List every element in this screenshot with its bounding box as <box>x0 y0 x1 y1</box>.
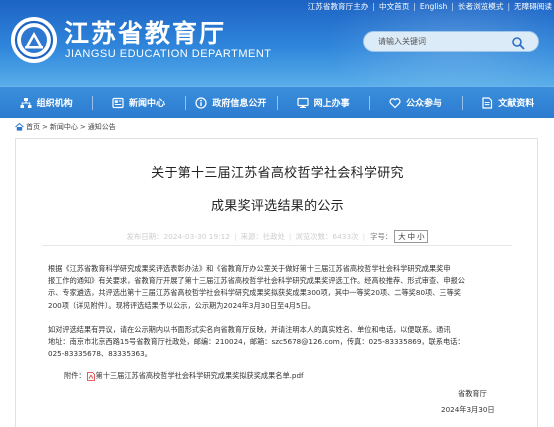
paragraph-line: 示、专家遴选，共评选出第十三届江苏省高校哲学社会科学研究成果奖拟获奖成果300项… <box>48 288 461 298</box>
nav-item-label: 新闻中心 <box>128 99 165 109</box>
attachment-label: 附件： <box>64 371 86 380</box>
breadcrumb-home[interactable]: 首页 <box>26 122 40 132</box>
site-title[interactable]: 江苏省教育厅 <box>64 14 226 50</box>
publish-date: 发布日期：2024-03-30 19:12 <box>126 232 231 241</box>
top-link-separator: | <box>507 2 511 11</box>
meta-separator: | <box>234 232 237 241</box>
top-link-separator: | <box>413 2 416 11</box>
paragraph-line: 025-83335678、83335363。 <box>48 349 152 359</box>
top-link-separator: | <box>451 2 454 11</box>
news-icon <box>112 97 124 109</box>
search-icon[interactable] <box>511 35 525 50</box>
article-panel: 关于第十三届江苏省高校哲学社会科学研究 成果奖评选结果的公示 发布日期：2024… <box>15 138 538 427</box>
nav-item-label: 网上办事 <box>313 99 350 109</box>
font-size-small[interactable]: 小 <box>417 231 424 242</box>
nav-item-news[interactable]: 新闻中心 <box>92 87 184 119</box>
breadcrumb-separator: > <box>79 123 86 131</box>
pdf-icon <box>86 371 95 381</box>
meta-divider <box>42 245 512 246</box>
top-links-bar: 江苏省教育厅主办 | 中文首页 | English | 长者浏览模式 | 无障碍… <box>308 1 552 12</box>
nav-item-label: 组织机构 <box>36 99 73 109</box>
view-count: 浏览次数：6433次 <box>295 232 359 241</box>
breadcrumb-news-center[interactable]: 新闻中心 <box>50 122 78 132</box>
search-box <box>363 31 539 52</box>
top-link-english[interactable]: English <box>420 2 447 11</box>
font-size-large[interactable]: 大 <box>398 231 405 242</box>
breadcrumb-separator: > <box>42 123 48 131</box>
article-title-line1: 关于第十三届江苏省高校哲学社会科学研究 <box>151 166 404 181</box>
nav-item-label: 政府信息公开 <box>212 99 267 109</box>
org-chart-icon <box>20 97 32 109</box>
article-source: 来源：社政处 <box>240 232 285 241</box>
nav-item-public-participation[interactable]: 公众参与 <box>369 87 461 119</box>
attachment-link[interactable]: 第十三届江苏省高校哲学社会科学研究成果奖拟获奖成果名单.pdf <box>96 371 304 381</box>
font-size-selector: 大 中 小 <box>394 230 429 243</box>
nav-item-documents[interactable]: 文献资料 <box>461 87 554 119</box>
signature-date: 2024年3月30日 <box>441 405 495 414</box>
online-service-icon <box>297 97 309 109</box>
heart-icon <box>389 97 401 109</box>
font-size-label: 字号： <box>370 232 393 241</box>
paragraph-line: 地址：南京市北京西路15号省教育厅社政处，邮编：210024，邮箱：szc567… <box>48 337 465 347</box>
paragraph-line: 根据《江苏省教育科学研究成果奖评选表彰办法》和《省教育厅办公室关于做好第十三届江… <box>48 264 451 273</box>
article-title-line2: 成果奖评选结果的公示 <box>210 199 344 214</box>
meta-separator: | <box>288 232 292 241</box>
nav-item-label: 文献资料 <box>498 99 535 109</box>
article-meta: 发布日期：2024-03-30 19:12 | 来源：社政处 | 浏览次数：64… <box>16 230 539 243</box>
article-paragraph-2: 如对评选结果有异议，请在公示期内以书面形式实名向省教育厅反映，并请注明本人的真实… <box>48 324 465 361</box>
breadcrumb: 首页 > 新闻中心 > 通知公告 <box>15 122 116 132</box>
home-icon <box>15 123 24 131</box>
info-disclosure-icon <box>195 96 207 109</box>
site-header: 江苏省教育厅主办 | 中文首页 | English | 长者浏览模式 | 无障碍… <box>0 0 554 86</box>
top-link-host[interactable]: 江苏省教育厅主办 <box>308 1 369 12</box>
nav-item-organization[interactable]: 组织机构 <box>0 87 92 119</box>
paragraph-line: 报工作的通知》有关要求，省教育厅开展了第十三届江苏省高校哲学社会科学研究成果奖评… <box>48 276 465 286</box>
top-link-separator: | <box>372 2 375 11</box>
meta-separator: | <box>362 232 366 241</box>
article-paragraph-1: 根据《江苏省教育科学研究成果奖评选表彰办法》和《省教育厅办公室关于做好第十三届江… <box>48 263 465 312</box>
breadcrumb-notices[interactable]: 通知公告 <box>88 122 116 132</box>
nav-item-online-service[interactable]: 网上办事 <box>276 87 369 119</box>
top-link-elderly-mode[interactable]: 长者浏览模式 <box>458 1 504 12</box>
attachment-row: 附件： 第十三届江苏省高校哲学社会科学研究成果奖拟获奖成果名单.pdf <box>64 371 304 381</box>
nav-item-info-disclosure[interactable]: 政府信息公开 <box>184 87 277 119</box>
site-subtitle: JIANGSU EDUCATION DEPARTMENT <box>65 48 272 60</box>
signature-org: 省教育厅 <box>458 389 487 398</box>
font-size-medium[interactable]: 中 <box>408 231 415 242</box>
search-input[interactable] <box>378 32 518 51</box>
ministry-emblem-icon[interactable] <box>11 17 57 63</box>
nav-item-label: 公众参与 <box>405 99 442 109</box>
top-link-chinese-home[interactable]: 中文首页 <box>379 1 409 12</box>
paragraph-line: 如对评选结果有异议，请在公示期内以书面形式实名向省教育厅反映，并请注明本人的真实… <box>48 325 451 334</box>
main-nav: 组织机构 新闻中心 政府信息公开 网上办事 公众参与 文献资料 <box>0 86 554 118</box>
paragraph-line: 200项（详见附件）。现将评选结果予以公示，公示期为2024年3月30日至4月5… <box>48 300 315 310</box>
documents-icon <box>481 96 493 109</box>
top-link-accessibility[interactable]: 无障碍阅读 <box>514 1 552 12</box>
